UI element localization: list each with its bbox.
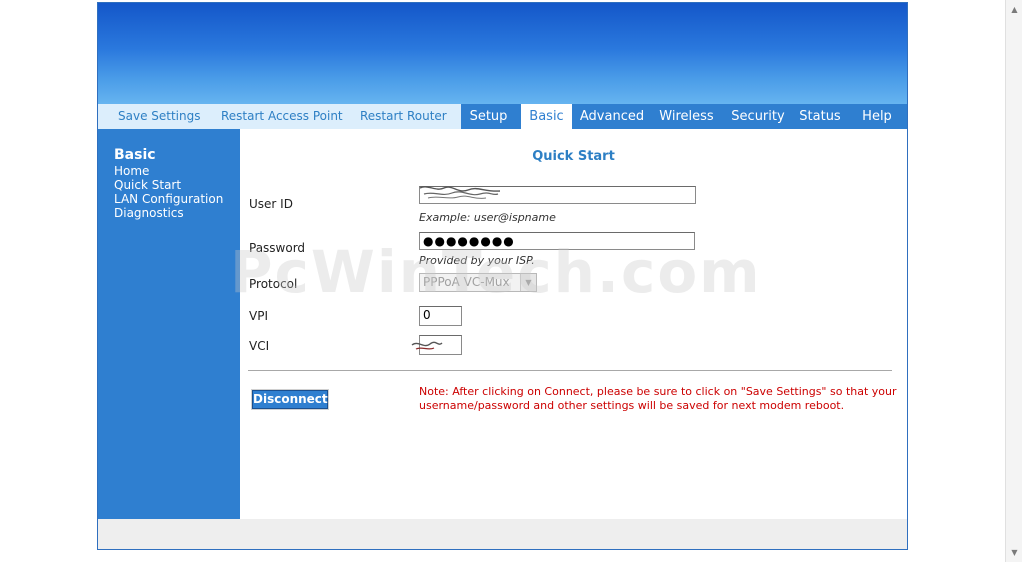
sidebar: Basic Home Quick Start LAN Configuration… xyxy=(98,129,240,519)
password-hint: Provided by your ISP. xyxy=(419,254,535,267)
scroll-down-icon[interactable]: ▼ xyxy=(1007,545,1022,560)
sidebar-heading: Basic xyxy=(114,147,156,163)
user-id-label: User ID xyxy=(249,197,293,211)
divider xyxy=(248,370,892,372)
header-banner xyxy=(98,3,907,104)
tab-security[interactable]: Security xyxy=(725,104,791,129)
tab-advanced[interactable]: Advanced xyxy=(576,104,648,129)
sidebar-item-diagnostics[interactable]: Diagnostics xyxy=(114,206,184,220)
top-navigation: Save Settings Restart Access Point Resta… xyxy=(98,104,907,130)
restart-access-point-link[interactable]: Restart Access Point xyxy=(221,104,343,129)
main-tabs: Setup Basic Advanced Wireless Security S… xyxy=(461,104,907,130)
footer-bar xyxy=(98,519,907,549)
vpi-label: VPI xyxy=(249,309,268,323)
password-field[interactable]: ●●●●●●●● xyxy=(419,232,695,250)
password-label: Password xyxy=(249,241,306,255)
tab-wireless[interactable]: Wireless xyxy=(653,104,720,129)
quick-start-panel: Quick Start User ID Example: user@ispnam… xyxy=(240,129,907,519)
vertical-scrollbar[interactable]: ▲ ▼ xyxy=(1005,0,1022,562)
page-title: Quick Start xyxy=(532,149,615,164)
scroll-up-icon[interactable]: ▲ xyxy=(1007,2,1022,17)
sidebar-item-lan-configuration[interactable]: LAN Configuration xyxy=(114,192,223,206)
tab-setup[interactable]: Setup xyxy=(461,104,516,129)
disconnect-button[interactable]: Disconnect xyxy=(251,389,329,410)
user-id-hint: Example: user@ispname xyxy=(419,211,556,224)
tab-help[interactable]: Help xyxy=(851,104,903,129)
vci-label: VCI xyxy=(249,339,270,353)
vpi-field[interactable]: 0 xyxy=(419,306,462,326)
chevron-down-icon: ▼ xyxy=(520,274,536,291)
protocol-select[interactable]: PPPoA VC-Mux ▼ xyxy=(419,273,537,292)
save-settings-note: Note: After clicking on Connect, please … xyxy=(419,385,897,412)
tab-basic[interactable]: Basic xyxy=(521,104,572,130)
router-admin-frame: Save Settings Restart Access Point Resta… xyxy=(97,2,908,550)
sidebar-item-quick-start[interactable]: Quick Start xyxy=(114,178,181,192)
tab-status[interactable]: Status xyxy=(795,104,845,129)
sidebar-item-home[interactable]: Home xyxy=(114,164,149,178)
protocol-label: Protocol xyxy=(249,277,298,291)
redaction-scribble xyxy=(411,341,443,350)
restart-router-link[interactable]: Restart Router xyxy=(360,104,447,129)
protocol-selected-value: PPPoA VC-Mux xyxy=(423,275,510,289)
save-settings-link[interactable]: Save Settings xyxy=(118,104,201,129)
redaction-scribble xyxy=(419,186,501,199)
